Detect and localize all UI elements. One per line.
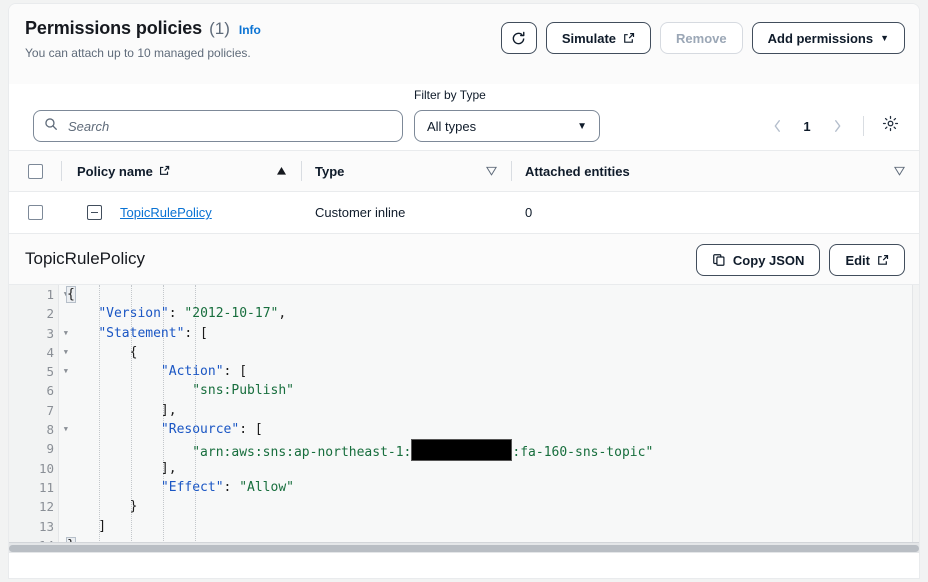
select-all-checkbox[interactable] <box>27 163 43 179</box>
edit-policy-button[interactable]: Edit <box>829 244 905 276</box>
row-type-cell: Customer inline <box>315 205 406 220</box>
editor-line-number: 4 ▼ <box>9 343 68 362</box>
gear-icon <box>882 115 899 137</box>
row-policy-name-cell: TopicRulePolicy <box>61 205 301 220</box>
permissions-policies-card: Permissions policies (1) Info You can at… <box>8 3 920 579</box>
filter-row: Filter by Type All types ▼ 1 <box>9 84 919 150</box>
column-header-attached-entities-label: Attached entities <box>525 163 630 179</box>
search-icon <box>44 117 58 136</box>
row-expand-toggle[interactable] <box>87 205 102 220</box>
editor-line-number: 9 <box>46 441 54 457</box>
editor-line-number: 13 <box>38 518 54 534</box>
table-settings-button[interactable] <box>875 111 905 141</box>
editor-code-line: "Version": "2012-10-17", <box>98 306 287 322</box>
refresh-button[interactable] <box>500 22 537 54</box>
type-filter-value: All types <box>427 118 477 134</box>
pagination-next-button[interactable] <box>822 111 852 141</box>
pagination-page-1[interactable]: 1 <box>794 111 820 141</box>
editor-right-edge <box>912 285 919 542</box>
editor-code-line: { <box>67 344 138 360</box>
copy-json-label: Copy JSON <box>732 252 805 268</box>
editor-line-number: 8 ▼ <box>9 420 68 439</box>
card-header: Permissions policies (1) Info You can at… <box>9 4 919 84</box>
copy-json-button[interactable]: Copy JSON <box>695 244 821 276</box>
column-header-type[interactable]: Type <box>301 161 511 181</box>
column-header-policy-name[interactable]: Policy name <box>61 161 301 181</box>
column-header-attached-entities[interactable]: Attached entities <box>511 161 919 181</box>
pagination-divider <box>863 116 864 136</box>
search-input[interactable] <box>66 117 392 135</box>
column-divider <box>61 161 62 181</box>
scrollbar-thumb[interactable] <box>9 545 919 552</box>
editor-code-line: "Statement": [ <box>98 325 208 341</box>
pagination: 1 <box>762 110 905 142</box>
editor-code-line: ], <box>67 460 177 476</box>
editor-line-number: 6 <box>46 383 54 399</box>
refresh-icon <box>511 31 526 46</box>
editor-line-number: 1 ▼ <box>9 285 68 304</box>
sort-ascending-icon <box>276 164 287 179</box>
policy-detail-title: TopicRulePolicy <box>25 249 145 268</box>
header-actions: Simulate Remove Add permissions ▼ <box>500 22 905 54</box>
table-row: TopicRulePolicy Customer inline 0 <box>9 192 919 234</box>
editor-line-number-gutter: 1▼23▼4▼5▼678▼91011121314 <box>9 285 68 553</box>
editor-line-number: 12 <box>38 499 54 515</box>
external-link-icon <box>877 254 889 266</box>
editor-code-line: "Effect": "Allow" <box>160 479 294 495</box>
simulate-button-label: Simulate <box>561 30 617 46</box>
filter-by-type-label: Filter by Type <box>414 88 486 102</box>
editor-code-line: "Action": [ <box>160 364 248 380</box>
add-permissions-label: Add permissions <box>767 30 874 46</box>
policy-detail-actions: Copy JSON Edit <box>695 244 905 276</box>
editor-line-number: 2 <box>46 306 54 322</box>
policy-detail-header: TopicRulePolicy Copy JSON Edit <box>9 234 919 285</box>
chevron-down-icon: ▼ <box>577 120 587 132</box>
editor-horizontal-scrollbar[interactable] <box>9 542 919 553</box>
column-divider <box>511 161 512 181</box>
policy-name-link[interactable]: TopicRulePolicy <box>120 205 212 220</box>
editor-line-number: 3 ▼ <box>9 324 68 343</box>
row-attached-entities-cell: 0 <box>525 205 533 220</box>
editor-code-content: { "Version": "2012-10-17", "Statement": … <box>66 285 919 553</box>
sort-icon <box>893 164 906 179</box>
editor-code-line: } <box>67 499 138 515</box>
column-header-policy-name-label: Policy name <box>77 163 153 179</box>
type-filter-select[interactable]: All types ▼ <box>414 110 600 142</box>
column-divider <box>301 161 302 181</box>
editor-code-line: { <box>66 286 76 303</box>
copy-icon <box>712 253 726 267</box>
editor-line-number: 5 ▼ <box>9 362 68 381</box>
table-header: Policy name Type Attached entities <box>9 150 919 192</box>
column-header-type-label: Type <box>315 163 345 179</box>
page-title: Permissions policies <box>25 18 203 38</box>
redacted-account-id <box>411 439 513 462</box>
editor-code-line: ] <box>67 518 107 534</box>
editor-code-line: "arn:aws:sns:ap-northeast-1::fa-160-sns-… <box>67 439 919 462</box>
policy-json-editor[interactable]: 1▼23▼4▼5▼678▼91011121314 { "Version": "2… <box>9 285 919 553</box>
row-select-cell <box>9 205 61 220</box>
editor-line-number: 11 <box>38 479 54 495</box>
simulate-button[interactable]: Simulate <box>545 22 652 54</box>
external-link-icon <box>623 32 635 44</box>
page-root: Permissions policies (1) Info You can at… <box>0 0 928 582</box>
pagination-prev-button[interactable] <box>762 111 792 141</box>
select-all-cell <box>9 163 61 179</box>
external-link-icon <box>159 164 170 179</box>
editor-line-number: 10 <box>38 460 54 476</box>
add-permissions-button[interactable]: Add permissions ▼ <box>751 22 905 54</box>
editor-code-line: "sns:Publish" <box>192 383 294 399</box>
editor-line-number: 7 <box>46 402 54 418</box>
editor-code-line: ], <box>67 402 177 418</box>
remove-button[interactable]: Remove <box>660 22 743 54</box>
editor-code-line: "Resource": [ <box>160 422 263 438</box>
row-checkbox[interactable] <box>27 205 43 220</box>
search-box[interactable] <box>33 110 403 142</box>
chevron-down-icon: ▼ <box>880 33 889 43</box>
edit-label: Edit <box>845 252 870 268</box>
remove-button-label: Remove <box>676 30 727 46</box>
info-link[interactable]: Info <box>239 23 261 37</box>
sort-icon <box>485 164 498 179</box>
policy-count: (1) <box>209 19 230 38</box>
